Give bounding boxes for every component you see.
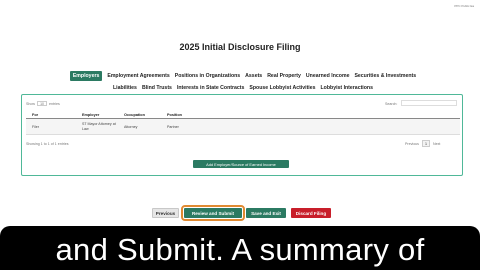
entries-label: entries <box>49 101 60 106</box>
tab-positions-in-organizations[interactable]: Positions in Organizations <box>175 73 240 79</box>
search-label: Search: <box>385 102 398 106</box>
review-submit-button[interactable]: Review and Submit <box>181 205 245 221</box>
table-header: For Employer Occupation Position <box>26 111 460 119</box>
show-label: Show <box>26 101 35 106</box>
previous-button[interactable]: Previous <box>152 208 179 218</box>
tab-spouse-lobbyist-activities[interactable]: Spouse Lobbyist Activities <box>249 85 315 91</box>
tab-assets[interactable]: Assets <box>245 73 262 79</box>
cell-employer: ST Mayor Attorney at Law <box>82 122 116 131</box>
page-title: 2025 Initial Disclosure Filing <box>179 42 301 52</box>
tab-real-property[interactable]: Real Property <box>267 73 301 79</box>
save-exit-button[interactable]: Save and Exit <box>246 208 286 218</box>
column-header-employer[interactable]: Employer <box>82 113 116 118</box>
pager-previous[interactable]: Previous <box>405 142 419 146</box>
header-corner-text: PPC Public Ea <box>454 4 474 8</box>
tab-securities-investments[interactable]: Securities & Investments <box>354 73 416 79</box>
tabs-row-1: Employers Employment Agreements Position… <box>28 71 458 81</box>
table-row[interactable]: Filer ST Mayor Attorney at Law Attorney … <box>26 119 460 135</box>
pagination: Previous 1 Next <box>405 140 440 147</box>
tabs-row-2: Liabilities Blind Trusts Interests in St… <box>28 85 458 91</box>
tab-interests-state-contracts[interactable]: Interests in State Contracts <box>177 85 244 91</box>
tab-lobbyist-interactions[interactable]: Lobbyist Interactions <box>321 85 373 91</box>
tab-liabilities[interactable]: Liabilities <box>113 85 137 91</box>
tab-employment-agreements[interactable]: Employment Agreements <box>107 73 169 79</box>
cell-for: Filer <box>32 125 39 129</box>
cell-occupation: Attorney <box>124 125 138 129</box>
tab-blind-trusts[interactable]: Blind Trusts <box>142 85 172 91</box>
showing-entries-text: Showing 1 to 1 of 1 entries <box>26 142 69 146</box>
column-header-occupation[interactable]: Occupation <box>124 113 145 117</box>
column-header-position[interactable]: Position <box>167 113 182 117</box>
tab-employers[interactable]: Employers <box>69 71 103 81</box>
form-actions: Previous Review and Submit Save and Exit… <box>0 205 480 221</box>
employers-panel: Show 10 entries Search: For Employer Occ… <box>21 94 463 176</box>
search-input[interactable] <box>401 100 457 106</box>
pager-next[interactable]: Next <box>433 142 440 146</box>
add-employer-button[interactable]: Add Employer/Source of Earned Income <box>193 160 289 168</box>
cell-position: Partner <box>167 125 179 129</box>
show-entries-control: Show 10 entries <box>26 101 60 106</box>
entries-per-page-select[interactable]: 10 <box>37 101 47 106</box>
column-header-for[interactable]: For <box>32 113 38 117</box>
video-caption: and Submit. A summary of <box>55 232 425 267</box>
discard-filing-button[interactable]: Discard Filing <box>291 208 331 218</box>
pager-page-1[interactable]: 1 <box>421 140 430 147</box>
tab-unearned-income[interactable]: Unearned Income <box>306 73 350 79</box>
